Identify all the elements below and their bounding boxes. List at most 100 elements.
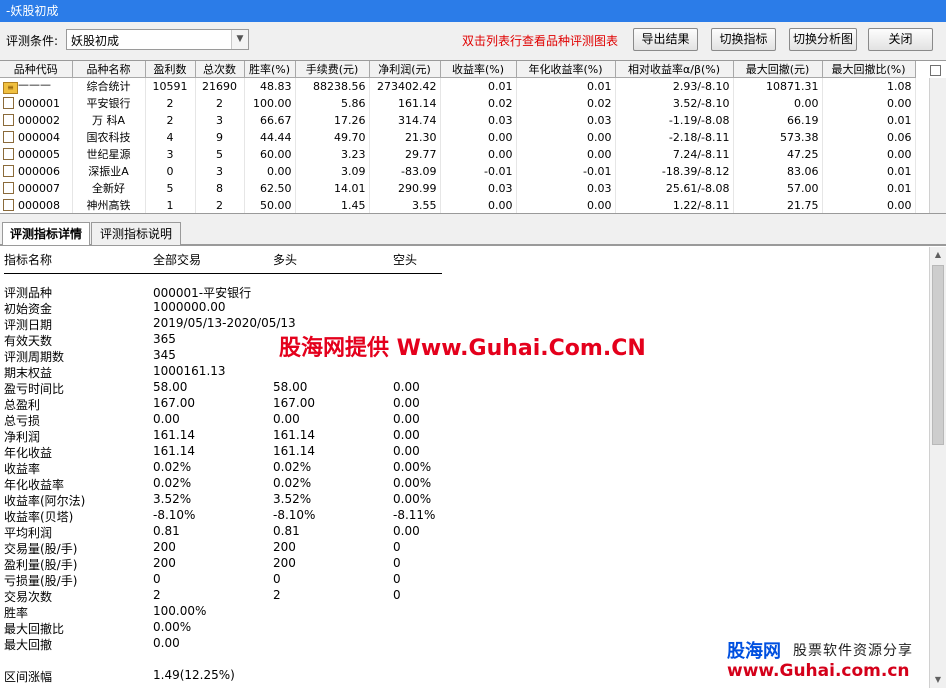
detail-tabs: 评测指标详情 评测指标说明 <box>0 221 946 246</box>
value-cell: 21690 <box>195 77 245 95</box>
value-cell: 2 <box>145 94 196 112</box>
stock-code-cell: 000005 <box>0 145 73 163</box>
short-value: 0.00 <box>393 428 420 442</box>
stock-code-cell: 000007 <box>0 179 73 197</box>
table-row[interactable]: 000006 深振业A 0 3 0.00 3.09 -83.09 -0.01 -0.01 -18.… <box>0 162 916 180</box>
value-cell: 0 <box>145 162 196 180</box>
indicator-name: 收益率 <box>4 462 41 476</box>
grid-scrollbar[interactable] <box>929 78 946 213</box>
all-trades-value: 1000000.00 <box>153 300 226 314</box>
indicator-name: 交易次数 <box>4 590 53 604</box>
stock-name: 世纪星源 <box>72 145 146 163</box>
scroll-thumb[interactable] <box>932 265 944 445</box>
logo-url: www.Guhai.com.cn <box>727 661 910 681</box>
scroll-down-icon[interactable]: ▼ <box>930 672 946 688</box>
value-cell: 3.52/-8.10 <box>615 94 734 112</box>
stock-name: 综合统计 <box>72 77 146 95</box>
column-header[interactable]: 相对收益率α/β(%) <box>615 61 734 78</box>
table-row[interactable]: 000002 万 科A 2 3 66.67 17.26 314.74 0.03 0.03 -1.1… <box>0 111 916 129</box>
header-divider <box>4 273 442 274</box>
condition-select[interactable]: 妖股初成 ▼ <box>66 29 249 50</box>
column-header[interactable]: 净利润(元) <box>369 61 441 78</box>
column-header[interactable]: 总次数 <box>195 61 245 78</box>
logo-slogan: 股票软件资源分享 <box>793 643 913 659</box>
all-trades-value: 0.02% <box>153 460 192 474</box>
column-header[interactable]: 最大回撤比(%) <box>822 61 916 78</box>
indicator-name: 盈亏时间比 <box>4 382 65 396</box>
detail-scrollbar[interactable]: ▲ ▼ <box>929 247 946 688</box>
chevron-down-icon[interactable]: ▼ <box>231 30 248 49</box>
table-row[interactable]: 000001 平安银行 2 2 100.00 5.86 161.14 0.02 0.02 3.52… <box>0 94 916 112</box>
scroll-up-icon[interactable]: ▲ <box>930 247 946 263</box>
value-cell: -0.01 <box>516 162 616 180</box>
table-row[interactable]: 000008 神州高铁 1 2 50.00 1.45 3.55 0.00 0.00 1.22/-8… <box>0 196 916 213</box>
column-header[interactable]: 最大回撤(元) <box>733 61 823 78</box>
summary-row[interactable]: ≡ ——— 综合统计 10591 21690 48.83 88238.56 273402.42… <box>0 77 916 95</box>
stock-code-cell: 000002 <box>0 111 73 129</box>
table-row[interactable]: 000005 世纪星源 3 5 60.00 3.23 29.77 0.00 0.00 7.24/-… <box>0 145 916 163</box>
value-cell: 0.00 <box>822 196 916 213</box>
short-value: 0.00% <box>393 476 432 490</box>
value-cell: 1.22/-8.11 <box>615 196 734 213</box>
stock-code: 000001 <box>18 96 60 110</box>
short-value: 0.00% <box>393 460 432 474</box>
condition-select-value: 妖股初成 <box>71 34 120 48</box>
long-value: 200 <box>273 540 296 554</box>
column-header[interactable]: 手续费(元) <box>295 61 370 78</box>
export-results-button[interactable]: 导出结果 <box>633 28 698 51</box>
stock-code: 000006 <box>18 164 60 178</box>
detail-panel: 指标名称 全部交易 多头 空头 ▲ ▼ 评测品种 000001-平安银行 初始资金 1… <box>0 245 946 688</box>
switch-chart-button[interactable]: 切换分析图 <box>789 28 857 51</box>
all-trades-value: 0.00 <box>153 412 180 426</box>
select-all-checkbox[interactable] <box>930 65 941 76</box>
value-cell: 0.01 <box>822 179 916 197</box>
all-trades-value: 58.00 <box>153 380 188 394</box>
tab-explanation[interactable]: 评测指标说明 <box>91 222 181 245</box>
all-trades-value: 2 <box>153 588 161 602</box>
long-value: 3.52% <box>273 492 312 506</box>
column-header[interactable]: 品种代码 <box>0 61 73 78</box>
value-cell: 17.26 <box>295 111 370 129</box>
value-cell: 10871.31 <box>733 77 823 95</box>
value-cell: 0.02 <box>516 94 616 112</box>
all-trades-value: 000001-平安银行 <box>153 286 252 300</box>
long-value: 167.00 <box>273 396 315 410</box>
value-cell: 66.19 <box>733 111 823 129</box>
grid-header-row: 品种代码 品种名称 盈利数 总次数 胜率(%) 手续费(元) 净利润(元) 收益率(%) 年化收… <box>0 61 916 78</box>
indicator-name: 收益率(阿尔法) <box>4 494 86 508</box>
stock-code: 000004 <box>18 130 60 144</box>
tab-detail[interactable]: 评测指标详情 <box>2 222 90 246</box>
column-header[interactable]: 年化收益率(%) <box>516 61 616 78</box>
value-cell: 57.00 <box>733 179 823 197</box>
long-value: 0.00 <box>273 412 300 426</box>
table-row[interactable]: 000004 国农科技 4 9 44.44 49.70 21.30 0.00 0.00 -2.18… <box>0 128 916 146</box>
value-cell: 0.00 <box>244 162 296 180</box>
value-cell: 83.06 <box>733 162 823 180</box>
stock-code-cell: 000008 <box>0 196 73 213</box>
table-row[interactable]: 000007 全新好 5 8 62.50 14.01 290.99 0.03 0.03 25.61… <box>0 179 916 197</box>
switch-indicator-button[interactable]: 切换指标 <box>711 28 776 51</box>
stock-code-cell: 000006 <box>0 162 73 180</box>
indicator-name: 交易量(股/手) <box>4 542 78 556</box>
column-header[interactable]: 收益率(%) <box>440 61 517 78</box>
indicator-name: 总盈利 <box>4 398 41 412</box>
value-cell: 2 <box>195 94 245 112</box>
close-button[interactable]: 关闭 <box>868 28 933 51</box>
value-cell: 29.77 <box>369 145 441 163</box>
column-header[interactable]: 盈利数 <box>145 61 196 78</box>
column-header[interactable]: 品种名称 <box>72 61 146 78</box>
value-cell: 1.08 <box>822 77 916 95</box>
column-header[interactable]: 胜率(%) <box>244 61 296 78</box>
indicator-name: 总亏损 <box>4 414 41 428</box>
all-trades-value: 200 <box>153 540 176 554</box>
indicator-name: 年化收益 <box>4 446 53 460</box>
all-trades-value: 0.00 <box>153 636 180 650</box>
value-cell: 2.93/-8.10 <box>615 77 734 95</box>
indicator-name: 初始资金 <box>4 302 53 316</box>
all-trades-value: 200 <box>153 556 176 570</box>
short-value: 0.00 <box>393 380 420 394</box>
value-cell: 21.75 <box>733 196 823 213</box>
value-cell: 0.03 <box>516 111 616 129</box>
stock-name: 深振业A <box>72 162 146 180</box>
all-trades-value: 2019/05/13-2020/05/13 <box>153 316 296 330</box>
